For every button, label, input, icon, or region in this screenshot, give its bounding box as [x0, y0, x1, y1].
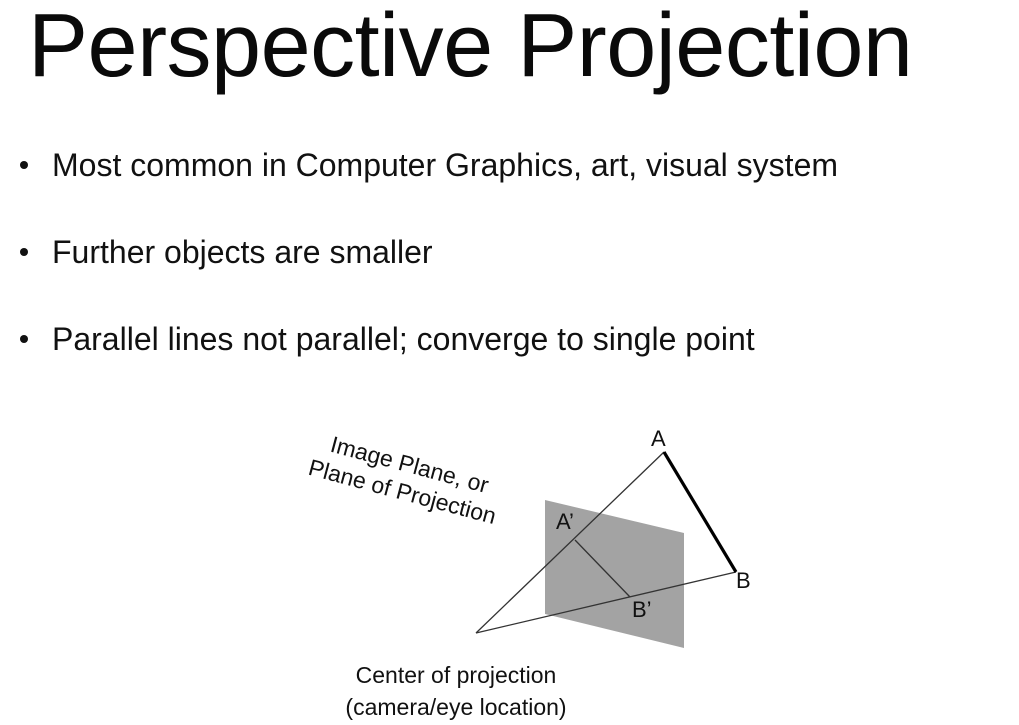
point-a-prime-label: A’: [556, 509, 574, 534]
point-b-prime-label: B’: [632, 597, 652, 622]
center-of-projection-label-line1: Center of projection: [356, 662, 557, 688]
point-b-label: B: [736, 568, 751, 593]
projection-diagram: Image Plane, or Plane of Projection A B …: [306, 426, 751, 720]
point-a-label: A: [651, 426, 666, 451]
image-plane-label: Image Plane, or Plane of Projection: [306, 431, 499, 529]
center-of-projection-label-line2: (camera/eye location): [345, 694, 566, 720]
